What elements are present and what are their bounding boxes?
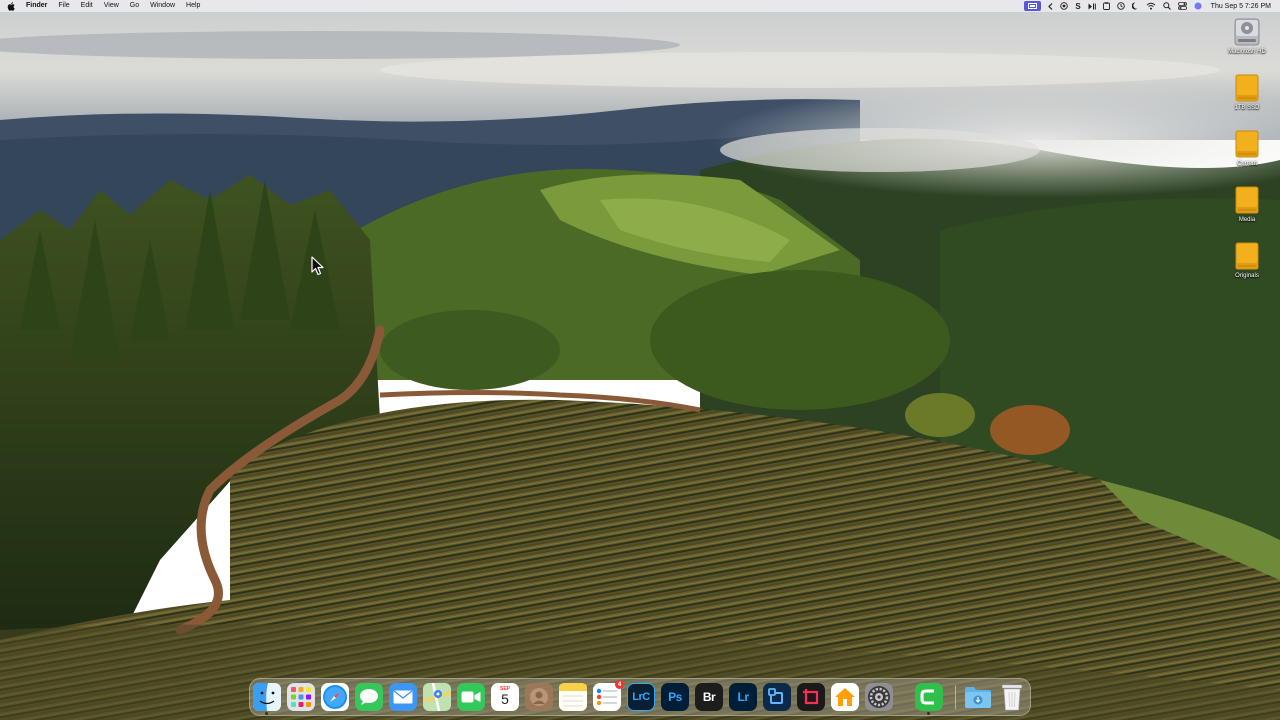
external-drive-icon bbox=[1235, 74, 1259, 102]
hard-drive-icon bbox=[1234, 18, 1260, 46]
messages-icon bbox=[360, 689, 378, 705]
dock-app-mail[interactable] bbox=[389, 683, 417, 711]
launchpad-icon bbox=[291, 687, 311, 707]
dock-app-photoshop[interactable]: Ps bbox=[661, 683, 689, 711]
menu-window[interactable]: Window bbox=[150, 0, 175, 12]
siri-icon[interactable] bbox=[1194, 0, 1202, 12]
desktop-icon-label: Macintosh HD bbox=[1228, 49, 1266, 55]
contacts-icon bbox=[530, 688, 548, 706]
dock-app-camtasia[interactable] bbox=[915, 683, 943, 715]
desktop-icon-1tb-ssd[interactable]: 1TB SSD bbox=[1222, 73, 1272, 111]
maps-icon bbox=[423, 683, 451, 711]
control-center-icon[interactable] bbox=[1177, 0, 1187, 12]
dock-app-messages[interactable] bbox=[355, 683, 383, 711]
dock-app-red-utility[interactable] bbox=[797, 683, 825, 711]
menu-bar: Finder File Edit View Go Window Help S T… bbox=[0, 0, 1280, 12]
dock-app-safari[interactable] bbox=[321, 683, 349, 711]
external-drive-icon bbox=[1235, 186, 1259, 214]
trash-icon bbox=[1001, 684, 1023, 711]
safari-icon bbox=[323, 685, 347, 709]
desktop-icon-originals[interactable]: Originals bbox=[1222, 241, 1272, 279]
desktop-icon-label: Current bbox=[1236, 161, 1257, 167]
dock-app-bridge[interactable]: Br bbox=[695, 683, 723, 711]
facetime-icon bbox=[461, 691, 481, 703]
lightroom-icon: Lr bbox=[737, 690, 750, 704]
dock-app-system-settings[interactable] bbox=[865, 683, 893, 711]
dock-app-contacts[interactable] bbox=[525, 683, 553, 711]
running-indicator bbox=[265, 712, 268, 715]
search-icon[interactable] bbox=[1162, 0, 1171, 12]
dock-app-maps[interactable] bbox=[423, 683, 451, 711]
dock-downloads-folder[interactable] bbox=[964, 683, 992, 711]
notes-icon bbox=[559, 683, 587, 711]
red-crop-icon bbox=[803, 689, 819, 705]
record-icon[interactable] bbox=[1060, 0, 1069, 12]
menu-file[interactable]: File bbox=[58, 0, 69, 12]
apple-menu-icon[interactable] bbox=[7, 1, 17, 11]
dock-app-lightroom-classic[interactable]: LrC bbox=[627, 683, 655, 711]
bridge-icon: Br bbox=[702, 690, 716, 704]
menu-view[interactable]: View bbox=[104, 0, 119, 12]
focus-moon-icon[interactable] bbox=[1131, 0, 1139, 12]
menu-bar-clock[interactable]: Thu Sep 5 7:26 PM bbox=[1211, 3, 1271, 10]
system-settings-icon bbox=[868, 686, 890, 708]
external-drive-icon bbox=[1235, 242, 1259, 270]
running-indicator bbox=[927, 712, 930, 715]
desktop-icon-label: Originals bbox=[1235, 273, 1259, 279]
desktop-icon-current[interactable]: Current bbox=[1222, 129, 1272, 167]
dock-app-launchpad[interactable] bbox=[287, 683, 315, 711]
desktop-icon-media[interactable]: Media bbox=[1222, 185, 1272, 223]
menu-app-finder[interactable]: Finder bbox=[26, 0, 47, 12]
external-drive-icon bbox=[1235, 130, 1259, 158]
finder-icon bbox=[253, 683, 281, 711]
dock-separator bbox=[955, 685, 956, 709]
play-pause-icon[interactable] bbox=[1088, 0, 1096, 12]
reminders-icon bbox=[596, 688, 617, 706]
back-chevron-icon[interactable] bbox=[1048, 0, 1053, 12]
dock-app-lightroom[interactable]: Lr bbox=[729, 683, 757, 711]
downloads-folder-icon bbox=[965, 687, 991, 708]
calendar-day: 5 bbox=[501, 691, 509, 707]
dock-app-reminders[interactable]: 4 bbox=[593, 680, 624, 711]
dock-app-screenshot-utility[interactable] bbox=[763, 683, 791, 711]
photoshop-icon: Ps bbox=[668, 690, 682, 704]
screen-mirroring-icon[interactable] bbox=[1024, 1, 1042, 11]
desktop-icon-label: 1TB SSD bbox=[1234, 105, 1260, 111]
desktop-icon-label: Media bbox=[1238, 217, 1256, 223]
menu-go[interactable]: Go bbox=[130, 0, 139, 12]
wallpaper-image bbox=[0, 0, 1280, 720]
mouse-cursor-icon bbox=[311, 256, 324, 276]
dock-app-facetime[interactable] bbox=[457, 683, 485, 711]
clock-history-icon[interactable] bbox=[1116, 0, 1125, 12]
clipboard-icon[interactable] bbox=[1102, 0, 1110, 12]
camtasia-icon bbox=[920, 689, 934, 705]
dock-app-finder[interactable] bbox=[253, 683, 281, 715]
mail-icon bbox=[393, 690, 413, 704]
dock-app-calendar[interactable]: SEP 5 bbox=[491, 683, 519, 711]
dock-app-home[interactable] bbox=[831, 683, 859, 711]
lightroom-classic-icon: LrC bbox=[632, 691, 650, 703]
dock-trash[interactable] bbox=[998, 683, 1026, 711]
home-icon bbox=[835, 688, 855, 706]
menu-help[interactable]: Help bbox=[186, 0, 200, 12]
desktop: Finder File Edit View Go Window Help S T… bbox=[0, 0, 1280, 720]
screenshot-utility-icon bbox=[768, 688, 783, 704]
desktop-icon-macintosh-hd[interactable]: Macintosh HD bbox=[1222, 17, 1272, 55]
skype-s-icon[interactable]: S bbox=[1075, 0, 1080, 12]
menu-edit[interactable]: Edit bbox=[81, 0, 93, 12]
reminders-badge: 4 bbox=[615, 680, 624, 689]
wifi-icon[interactable] bbox=[1146, 0, 1156, 12]
dock-app-notes[interactable] bbox=[559, 683, 587, 711]
